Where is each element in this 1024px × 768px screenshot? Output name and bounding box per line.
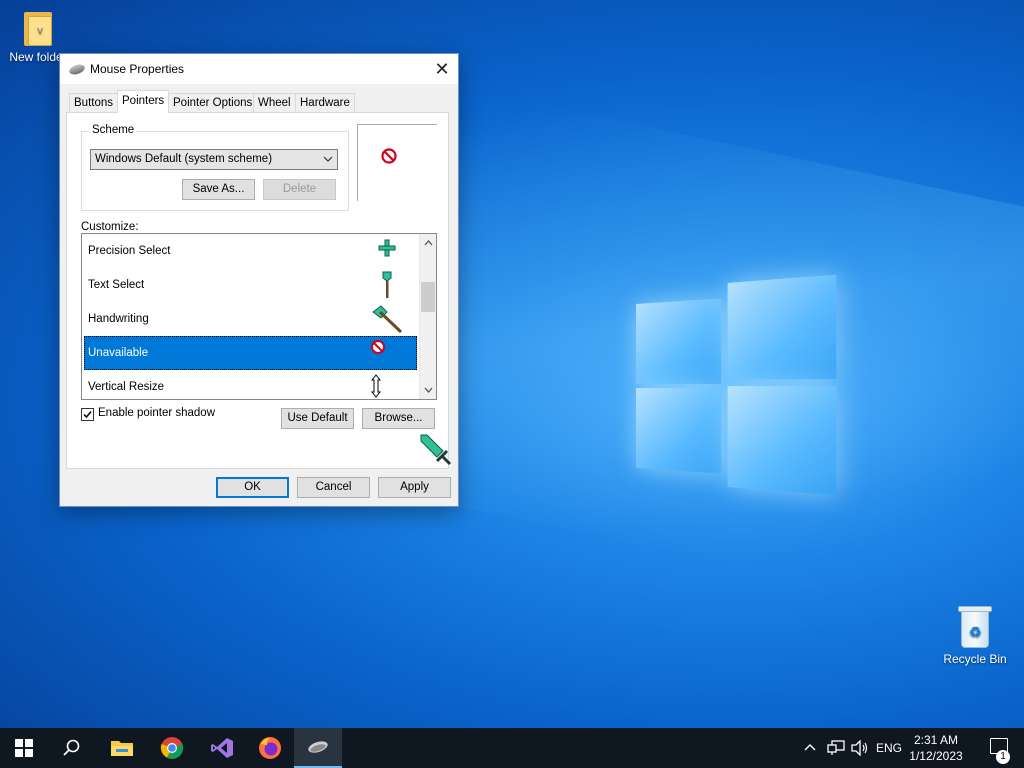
vertical-resize-icon	[371, 374, 382, 398]
list-item-text-select[interactable]: Text Select	[84, 268, 417, 302]
crosshair-icon	[378, 239, 396, 257]
list-item-label: Handwriting	[88, 313, 149, 325]
customize-label: Customize:	[81, 221, 139, 233]
chrome-icon	[160, 737, 184, 759]
clock-time: 2:31 AM	[913, 733, 959, 747]
tab-hardware[interactable]: Hardware	[295, 93, 355, 113]
clock-date: 1/12/2023	[909, 749, 963, 763]
tab-pointers[interactable]: Pointers	[117, 90, 170, 113]
save-as-button[interactable]: Save As...	[182, 179, 255, 200]
scroll-down-icon[interactable]	[420, 382, 436, 399]
delete-button[interactable]: Delete	[263, 179, 336, 200]
volume-control[interactable]	[848, 728, 872, 768]
taskbar-firefox[interactable]	[246, 728, 294, 768]
tab-wheel[interactable]: Wheel	[253, 93, 296, 113]
list-item-vertical-resize[interactable]: Vertical Resize	[84, 370, 417, 399]
search-button[interactable]	[48, 728, 96, 768]
windows-wallpaper-logo	[636, 274, 837, 496]
taskbar-file-explorer[interactable]	[98, 728, 146, 768]
browse-button[interactable]: Browse...	[362, 408, 435, 429]
scroll-up-icon[interactable]	[420, 234, 436, 251]
firefox-icon	[259, 737, 281, 759]
dialog-title: Mouse Properties	[90, 62, 185, 76]
folder-icon: V	[22, 10, 54, 46]
apply-button[interactable]: Apply	[378, 477, 451, 498]
ok-button[interactable]: OK	[216, 477, 289, 498]
cancel-button[interactable]: Cancel	[297, 477, 370, 498]
taskbar-chrome[interactable]	[148, 728, 196, 768]
mouse-properties-dialog: Mouse Properties ✕ Buttons Pointers Poin…	[59, 53, 459, 507]
network-icon	[827, 740, 845, 755]
tab-pointer-options[interactable]: Pointer Options	[168, 93, 258, 113]
scheme-dropdown[interactable]: Windows Default (system scheme)	[90, 149, 338, 170]
network-status[interactable]	[824, 728, 848, 768]
cursor-preview	[357, 124, 437, 201]
scheme-group: Scheme Windows Default (system scheme) S…	[81, 124, 349, 211]
notification-badge: 1	[996, 750, 1010, 764]
start-button[interactable]	[0, 728, 48, 768]
scrollbar-thumb[interactable]	[421, 282, 435, 312]
file-explorer-icon	[111, 741, 133, 756]
list-item-label: Vertical Resize	[88, 381, 165, 393]
chevron-down-icon	[323, 150, 333, 176]
tab-buttons[interactable]: Buttons	[69, 93, 118, 113]
no-sign-icon	[371, 340, 385, 354]
search-icon	[63, 739, 80, 756]
axe-icon	[372, 305, 403, 334]
shovel-icon	[382, 271, 392, 298]
taskbar-visual-studio[interactable]	[198, 728, 246, 768]
list-item-precision-select[interactable]: Precision Select	[84, 234, 417, 268]
no-sign-icon	[381, 148, 397, 164]
recycle-bin-label: Recycle Bin	[943, 652, 1007, 666]
show-hidden-icons[interactable]	[800, 728, 820, 768]
list-item-handwriting[interactable]: Handwriting	[84, 302, 417, 336]
start-icon	[15, 739, 33, 757]
enable-pointer-shadow-label[interactable]: Enable pointer shadow	[98, 407, 215, 419]
clock[interactable]: 2:31 AM 1/12/2023	[906, 732, 966, 764]
mouse-icon	[68, 62, 86, 77]
list-item-label: Text Select	[88, 279, 145, 291]
taskbar-mouse-properties[interactable]	[294, 728, 342, 768]
scheme-group-label: Scheme	[90, 124, 137, 136]
list-scrollbar[interactable]	[419, 234, 436, 399]
cursor-listbox[interactable]: Precision Select Text Select Handwriting	[81, 233, 437, 400]
scheme-dropdown-value: Windows Default (system scheme)	[95, 153, 273, 165]
volume-icon	[851, 740, 868, 756]
enable-pointer-shadow-checkbox[interactable]	[81, 408, 94, 421]
title-bar[interactable]: Mouse Properties ✕	[60, 54, 458, 84]
list-item-unavailable[interactable]: Unavailable	[84, 336, 417, 370]
list-item-label: Unavailable	[88, 347, 149, 359]
taskbar: ENG 2:31 AM 1/12/2023 1	[0, 728, 1024, 768]
recycle-bin-icon: ♻	[956, 604, 994, 648]
use-default-button[interactable]: Use Default	[281, 408, 354, 429]
list-item-label: Precision Select	[88, 245, 171, 257]
pointers-panel: Scheme Windows Default (system scheme) S…	[66, 112, 452, 469]
sword-cursor-icon	[420, 434, 452, 466]
language-indicator[interactable]: ENG	[876, 728, 902, 768]
recycle-bin[interactable]: ♻ Recycle Bin	[937, 604, 1013, 666]
checkmark-icon	[83, 411, 92, 419]
visual-studio-icon	[211, 738, 233, 758]
mouse-properties-icon	[308, 741, 328, 753]
close-button[interactable]: ✕	[426, 54, 458, 84]
chevron-up-icon	[804, 744, 816, 751]
